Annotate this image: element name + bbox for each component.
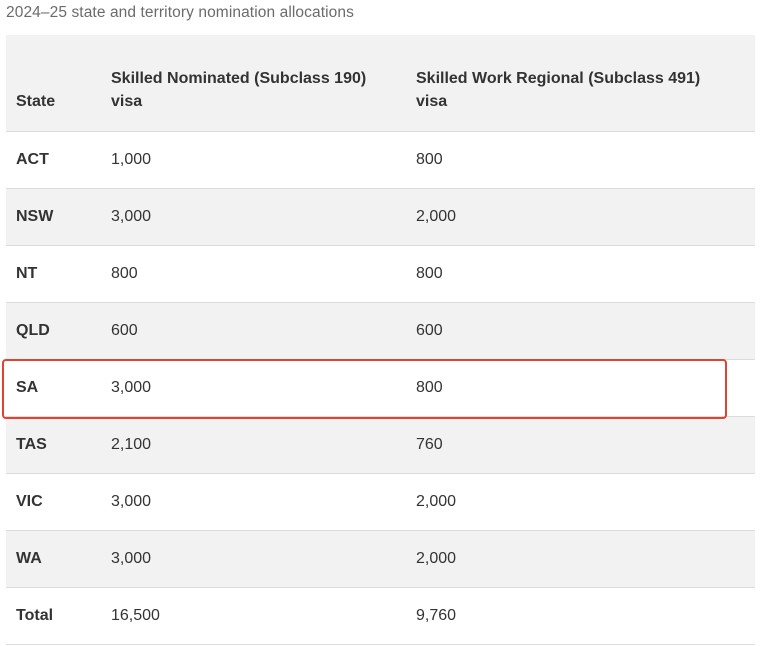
cell-state: NSW (16, 208, 54, 225)
cell-subclass-190: 3,000 (111, 550, 152, 567)
cell-subclass-491: 600 (416, 322, 443, 339)
cell-subclass-491: 800 (416, 151, 443, 168)
cell-subclass-190: 1,000 (111, 151, 152, 168)
cell-subclass-491: 2,000 (416, 493, 457, 510)
cell-subclass-491: 2,000 (416, 550, 457, 567)
cell-subclass-190: 3,000 (111, 379, 152, 396)
cell-state: NT (16, 265, 38, 282)
table-row-vic: VIC 3,000 2,000 (6, 474, 755, 531)
cell-subclass-190: 800 (111, 265, 138, 282)
table-caption: 2024–25 state and territory nomination a… (6, 4, 354, 21)
table-row-sa: SA 3,000 800 (6, 360, 755, 417)
cell-state: VIC (16, 493, 43, 510)
header-state: State (16, 93, 56, 110)
table-header-row: State Skilled Nominated (Subclass 190) v… (6, 35, 755, 132)
page: 2024–25 state and territory nomination a… (0, 0, 760, 646)
header-subclass-491: Skilled Work Regional (Subclass 491) vis… (416, 70, 701, 110)
cell-subclass-190: 16,500 (111, 607, 160, 624)
table-row-total: Total 16,500 9,760 (6, 588, 755, 645)
table-row-wa: WA 3,000 2,000 (6, 531, 755, 588)
table-row-nt: NT 800 800 (6, 246, 755, 303)
cell-subclass-491: 800 (416, 379, 443, 396)
cell-state: ACT (16, 151, 49, 168)
cell-subclass-190: 3,000 (111, 493, 152, 510)
cell-subclass-491: 760 (416, 436, 443, 453)
cell-state: WA (16, 550, 42, 567)
header-subclass-190: Skilled Nominated (Subclass 190) visa (111, 70, 367, 110)
cell-state: SA (16, 379, 39, 396)
cell-state: QLD (16, 322, 50, 339)
table-row-qld: QLD 600 600 (6, 303, 755, 360)
cell-state: Total (16, 607, 54, 624)
cell-state: TAS (16, 436, 47, 453)
cell-subclass-190: 2,100 (111, 436, 152, 453)
cell-subclass-190: 3,000 (111, 208, 152, 225)
cell-subclass-491: 800 (416, 265, 443, 282)
cell-subclass-491: 2,000 (416, 208, 457, 225)
table-row-nsw: NSW 3,000 2,000 (6, 189, 755, 246)
table-row-act: ACT 1,000 800 (6, 132, 755, 189)
table-row-tas: TAS 2,100 760 (6, 417, 755, 474)
allocations-table: State Skilled Nominated (Subclass 190) v… (6, 35, 755, 645)
cell-subclass-491: 9,760 (416, 607, 457, 624)
cell-subclass-190: 600 (111, 322, 138, 339)
